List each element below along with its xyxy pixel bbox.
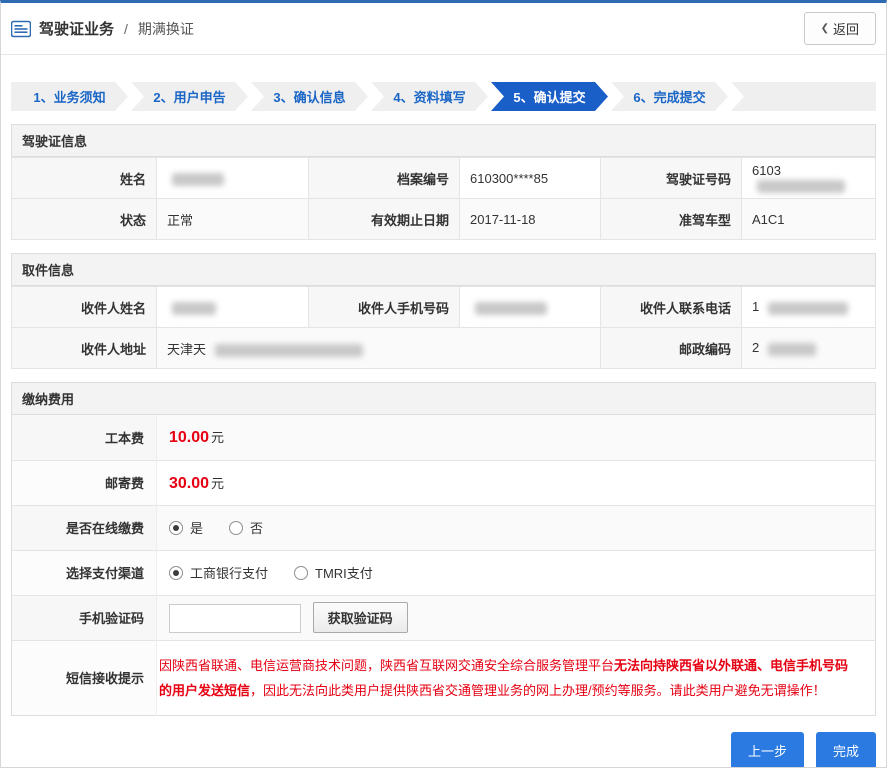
- online-payment-options: 是 否: [156, 504, 876, 550]
- field-name-value: [156, 157, 309, 199]
- field-vehicle-value: A1C1: [741, 198, 876, 240]
- sms-code-label: 手机验证码: [11, 594, 157, 640]
- step-2-user-declaration[interactable]: 2、用户申告: [131, 82, 248, 111]
- license-business-icon: [10, 20, 32, 38]
- field-phone-value: 1: [741, 286, 876, 328]
- payment-channel-label: 选择支付渠道: [11, 549, 157, 595]
- fees-table: 工本费 10.00 元 邮寄费 30.00 元 是否在线缴费 是 否 选择支付渠…: [11, 415, 876, 717]
- redacted-postcode: [767, 342, 816, 356]
- mailing-fee-value: 30.00 元: [156, 459, 876, 505]
- mailing-fee-label: 邮寄费: [11, 459, 157, 505]
- online-payment-yes-radio[interactable]: [169, 520, 183, 535]
- redacted-mobile: [475, 301, 547, 315]
- channel-tmri-label: TMRI支付: [315, 566, 373, 581]
- channel-icbc-label: 工商银行支付: [190, 566, 269, 581]
- redacted-license-no: [757, 180, 845, 194]
- fees-title: 缴纳费用: [11, 382, 876, 415]
- step-5-confirm-submit[interactable]: 5、确认提交: [491, 82, 608, 111]
- step-3-confirm-info[interactable]: 3、确认信息: [251, 82, 368, 111]
- step-1-business-notice[interactable]: 1、业务须知: [11, 82, 128, 111]
- get-code-button[interactable]: 获取验证码: [312, 602, 408, 633]
- field-expiry-label: 有效期止日期: [308, 198, 460, 240]
- previous-step-button[interactable]: 上一步: [730, 732, 804, 767]
- sms-notice-cell: 因陕西省联通、电信运营商技术问题，陕西省互联网交通安全综合服务管理平台无法向持陕…: [156, 639, 876, 716]
- field-postcode-value: 2: [741, 327, 876, 369]
- online-payment-label: 是否在线缴费: [11, 504, 157, 550]
- pickup-info-table: 收件人姓名 收件人手机号码 收件人联系电话 1 收件人地址 天津天 邮政编码 2: [11, 286, 876, 369]
- field-file-no-value: 610300****85: [459, 157, 601, 199]
- field-license-no-value: 6103: [741, 157, 876, 199]
- online-payment-no-radio[interactable]: [229, 520, 244, 535]
- step-4-fill-data[interactable]: 4、资料填写: [371, 82, 488, 111]
- field-license-no-label: 驾驶证号码: [600, 157, 742, 199]
- field-address-label: 收件人地址: [11, 327, 157, 369]
- page-subtitle: 期满换证: [137, 20, 194, 37]
- payment-channel-options: 工商银行支付 TMRI支付: [156, 549, 876, 595]
- field-expiry-value: 2017-11-18: [459, 198, 601, 240]
- step-6-complete-submit[interactable]: 6、完成提交: [611, 82, 728, 111]
- field-file-no-label: 档案编号: [308, 157, 460, 199]
- redacted-recipient-name: [172, 301, 216, 315]
- step-wizard: 1、业务须知 2、用户申告 3、确认信息 4、资料填写 5、确认提交 6、完成提…: [11, 82, 876, 111]
- field-address-value: 天津天: [156, 327, 601, 369]
- channel-icbc-radio[interactable]: [169, 565, 183, 580]
- field-postcode-label: 邮政编码: [600, 327, 742, 369]
- license-renewal-page: 驾驶证业务 / 期满换证 ❮ 返回 1、业务须知 2、用户申告 3、确认信息 4…: [0, 0, 887, 768]
- pickup-info-section: 取件信息 收件人姓名 收件人手机号码 收件人联系电话 1 收件人地址 天津天 邮…: [11, 253, 876, 369]
- sms-code-input[interactable]: [169, 604, 301, 633]
- field-status-value: 正常: [156, 198, 309, 240]
- pickup-info-title: 取件信息: [11, 253, 876, 286]
- footer-actions: 上一步 完成: [11, 732, 876, 767]
- page-title: 驾驶证业务: [39, 21, 115, 38]
- sms-notice-text: 因陕西省联通、电信运营商技术问题，陕西省互联网交通安全综合服务管理平台无法向持陕…: [159, 657, 849, 698]
- field-recipient-name-value: [156, 286, 309, 328]
- page-header: 驾驶证业务 / 期满换证 ❮ 返回: [1, 3, 886, 55]
- redacted-address: [214, 343, 363, 357]
- fees-section: 缴纳费用 工本费 10.00 元 邮寄费 30.00 元 是否在线缴费 是 否 …: [11, 382, 876, 717]
- license-info-section: 驾驶证信息 姓名 档案编号 610300****85 驾驶证号码 6103 状态…: [11, 124, 876, 240]
- field-mobile-value: [459, 286, 601, 328]
- mailing-fee-unit: 元: [211, 475, 225, 491]
- breadcrumb: 驾驶证业务 / 期满换证: [10, 18, 194, 39]
- field-recipient-name-label: 收件人姓名: [11, 286, 157, 328]
- step-bar-filler: [731, 82, 876, 111]
- license-info-table: 姓名 档案编号 610300****85 驾驶证号码 6103 状态 正常 有效…: [11, 157, 876, 240]
- sms-code-field: 获取验证码: [156, 594, 876, 640]
- production-fee-unit: 元: [211, 430, 225, 446]
- breadcrumb-separator: /: [124, 20, 128, 37]
- finish-button[interactable]: 完成: [815, 732, 876, 767]
- license-info-title: 驾驶证信息: [11, 124, 876, 157]
- back-button[interactable]: ❮ 返回: [803, 12, 876, 45]
- production-fee-label: 工本费: [11, 415, 157, 460]
- online-payment-yes-label: 是: [190, 521, 204, 536]
- redacted-phone: [767, 301, 848, 315]
- field-vehicle-label: 准驾车型: [600, 198, 742, 240]
- field-name-label: 姓名: [11, 157, 157, 199]
- production-fee-value: 10.00 元: [156, 415, 876, 460]
- production-fee-amount: 10.00: [169, 429, 210, 447]
- online-payment-no-label: 否: [250, 521, 264, 536]
- field-mobile-label: 收件人手机号码: [308, 286, 460, 328]
- sms-notice-label: 短信接收提示: [11, 639, 157, 716]
- mailing-fee-amount: 30.00: [169, 474, 210, 492]
- back-button-label: 返回: [832, 22, 859, 37]
- field-phone-label: 收件人联系电话: [600, 286, 742, 328]
- field-status-label: 状态: [11, 198, 157, 240]
- redacted-name: [172, 172, 224, 186]
- channel-tmri-radio[interactable]: [294, 565, 309, 580]
- back-chevron-icon: ❮: [820, 23, 829, 34]
